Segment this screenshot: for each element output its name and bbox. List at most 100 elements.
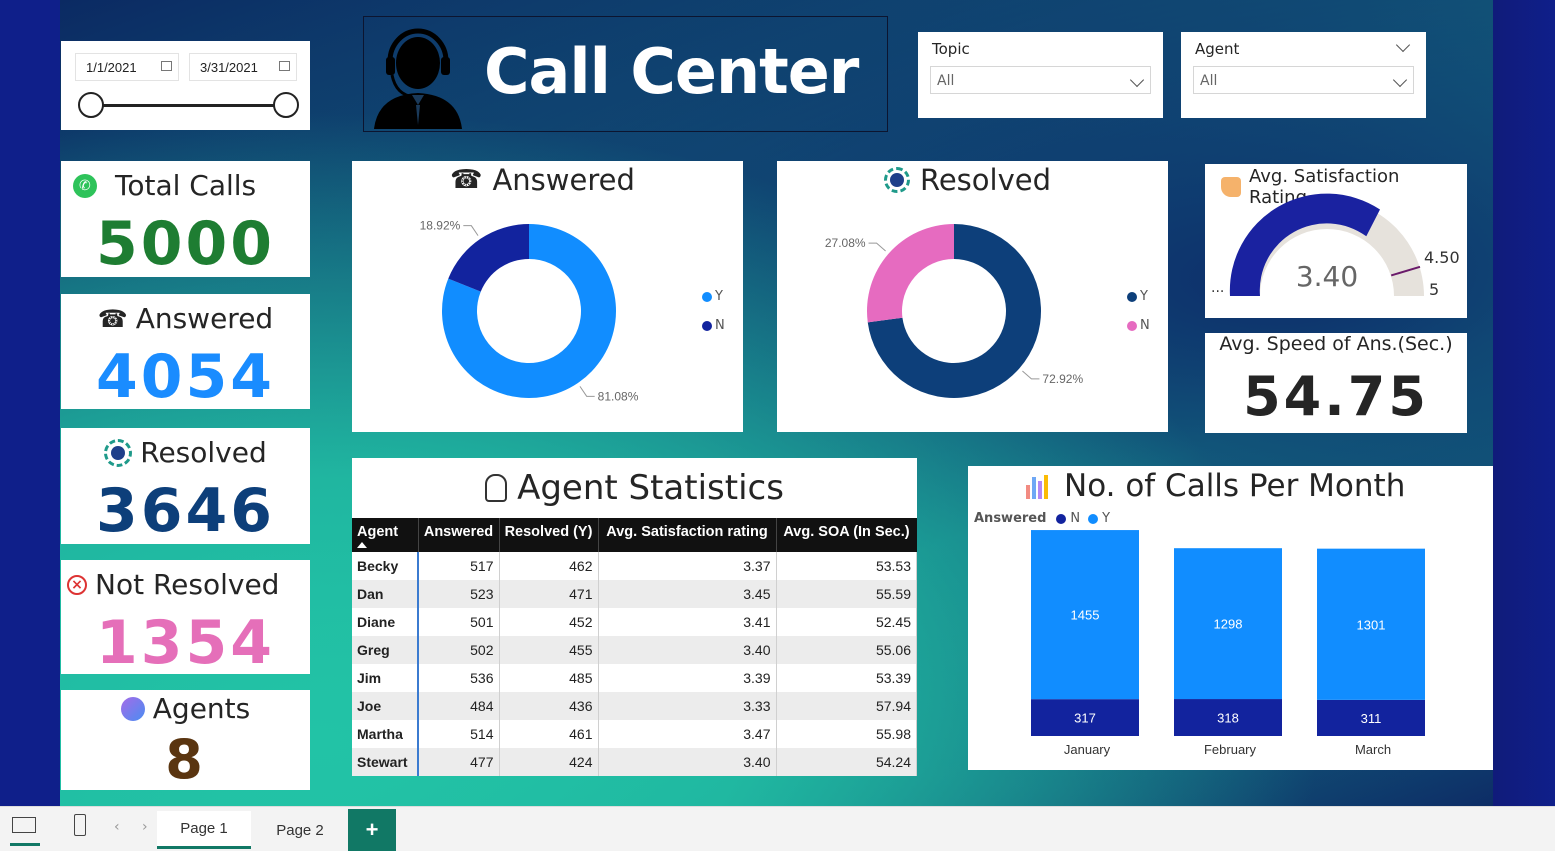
tab-label: Page 2 — [276, 821, 324, 839]
legend-item-y: Y — [1127, 289, 1150, 304]
left-border — [0, 0, 62, 806]
table-cell: 517 — [418, 552, 500, 580]
gauge-max-label: 5 — [1429, 280, 1440, 299]
topic-dropdown[interactable]: All — [930, 66, 1151, 94]
leader-line — [463, 225, 479, 236]
table-cell: 501 — [418, 608, 500, 636]
chevron-right-icon[interactable]: › — [142, 819, 148, 835]
kpi-agents: Agents 8 — [61, 690, 310, 791]
phone-icon: ✆ — [73, 173, 97, 198]
table-cell: 53.39 — [776, 664, 917, 692]
cell-agent-name: Greg — [352, 636, 419, 664]
slider-end-handle[interactable] — [273, 92, 299, 118]
column-header-resolved[interactable]: Resolved (Y) — [499, 518, 599, 552]
agent-dropdown[interactable]: All — [1193, 66, 1414, 94]
tab-label: Page 1 — [180, 820, 228, 837]
tab-page-1[interactable]: Page 1 — [157, 811, 251, 849]
bar-data-label: 1301 — [1357, 617, 1386, 632]
tab-page-2[interactable]: Page 2 — [253, 811, 347, 849]
table-row[interactable]: Diane 501 452 3.41 52.45 — [352, 608, 917, 636]
desktop-view-icon[interactable] — [12, 817, 36, 833]
end-date-input[interactable]: 3/31/2021 — [189, 53, 297, 81]
table-row[interactable]: Greg 502 455 3.40 55.06 — [352, 636, 917, 664]
legend-label: N — [1140, 318, 1150, 333]
table-row[interactable]: Stewart 477 424 3.40 54.24 — [352, 748, 917, 776]
agent-statistics-card: Agent Statistics Agent Answered Resolved… — [352, 458, 917, 776]
calls-per-month-card: No. of Calls Per Month Answered N Y 317 1… — [968, 466, 1493, 770]
end-date-value: 3/31/2021 — [200, 60, 258, 75]
table-row[interactable]: Dan 523 471 3.45 55.59 — [352, 580, 917, 608]
agent-stats-table: Agent Answered Resolved (Y) Avg. Satisfa… — [352, 518, 917, 776]
kpi-value: 3646 — [96, 476, 275, 546]
table-cell: 53.53 — [776, 552, 917, 580]
kpi-label: Total Calls — [115, 169, 257, 202]
satisfaction-gauge — [1229, 193, 1424, 296]
cell-agent-name: Stewart — [352, 748, 419, 776]
cell-agent-name: Martha — [352, 720, 419, 748]
cell-agent-name: Diane — [352, 608, 419, 636]
add-page-icon: + — [365, 817, 379, 842]
table-row[interactable]: Becky 517 462 3.37 53.53 — [352, 552, 917, 580]
start-date-value: 1/1/2021 — [86, 60, 137, 75]
mobile-view-icon[interactable] — [74, 814, 86, 836]
x-tick-label: February — [1204, 742, 1257, 757]
agent-headset-icon — [485, 474, 508, 502]
table-cell: 452 — [499, 608, 599, 636]
column-header-satisfaction[interactable]: Avg. Satisfaction rating — [598, 518, 777, 552]
table-header-row: Agent Answered Resolved (Y) Avg. Satisfa… — [352, 518, 917, 552]
kpi-value: 5000 — [96, 209, 275, 279]
table-cell: 3.33 — [598, 692, 777, 720]
chevron-left-icon[interactable]: ‹ — [114, 819, 120, 835]
donut-slice-n[interactable] — [448, 223, 529, 292]
gauge-min-label: ... — [1211, 280, 1225, 296]
gauge-target-label: 4.50 — [1424, 248, 1460, 267]
table-row[interactable]: Jim 536 485 3.39 53.39 — [352, 664, 917, 692]
donut-slice-n[interactable] — [867, 224, 954, 323]
table-cell: 55.98 — [776, 720, 917, 748]
data-label: 72.92% — [1042, 372, 1083, 386]
calendar-icon[interactable] — [161, 61, 172, 71]
slider-start-handle[interactable] — [78, 92, 104, 118]
kpi-label: Resolved — [140, 436, 267, 469]
agent-avatar-icon — [120, 696, 145, 721]
close-circle-icon: × — [67, 574, 87, 595]
topic-slicer-label: Topic — [932, 40, 970, 58]
leader-line — [579, 386, 595, 397]
start-date-input[interactable]: 1/1/2021 — [75, 53, 179, 81]
data-label: 18.92% — [420, 219, 461, 233]
table-cell: 3.45 — [598, 580, 777, 608]
table-cell: 3.47 — [598, 720, 777, 748]
right-border — [1493, 0, 1555, 806]
column-header-agent[interactable]: Agent — [352, 518, 419, 552]
header-title-box: Call Center — [363, 16, 888, 132]
x-tick-label: January — [1064, 742, 1111, 757]
table-row[interactable]: Joe 484 436 3.33 57.94 — [352, 692, 917, 720]
calls-per-month-chart: 317 1455 January 318 1298 February 311 1301 Marc… — [1031, 530, 1425, 757]
speed-value: 54.75 — [1243, 365, 1429, 428]
agent-stats-title: Agent Statistics — [517, 468, 784, 508]
leader-line — [868, 242, 886, 252]
table-row[interactable]: Martha 514 461 3.47 55.98 — [352, 720, 917, 748]
bar-data-label: 311 — [1361, 711, 1382, 726]
resolved-legend: Y N — [1127, 289, 1150, 347]
column-header-soa[interactable]: Avg. SOA (In Sec.) — [776, 518, 917, 552]
table-cell: 514 — [418, 720, 500, 748]
resolved-donut-card: Resolved 72.92% 27.08% Y N — [777, 161, 1168, 432]
cell-agent-name: Dan — [352, 580, 419, 608]
kpi-answered: ☎ Answered 4054 — [61, 294, 310, 412]
legend-item-n: N — [1127, 318, 1150, 333]
table-cell: 3.39 — [598, 664, 777, 692]
chevron-down-icon[interactable] — [1395, 37, 1411, 53]
kpi-not-resolved: × Not Resolved 1354 — [61, 560, 310, 678]
table-cell: 462 — [499, 552, 599, 580]
column-header-answered[interactable]: Answered — [418, 518, 500, 552]
calendar-icon[interactable] — [279, 61, 290, 71]
legend-item-y: Y — [702, 289, 725, 304]
add-page-button[interactable]: + — [348, 809, 396, 851]
kpi-value: 8 — [165, 728, 206, 791]
table-cell: 57.94 — [776, 692, 917, 720]
cell-agent-name: Joe — [352, 692, 419, 720]
page-tabs-bar: ‹ › Page 1 Page 2 + — [0, 806, 1555, 851]
table-cell: 477 — [418, 748, 500, 776]
kpi-label: Answered — [135, 302, 274, 335]
